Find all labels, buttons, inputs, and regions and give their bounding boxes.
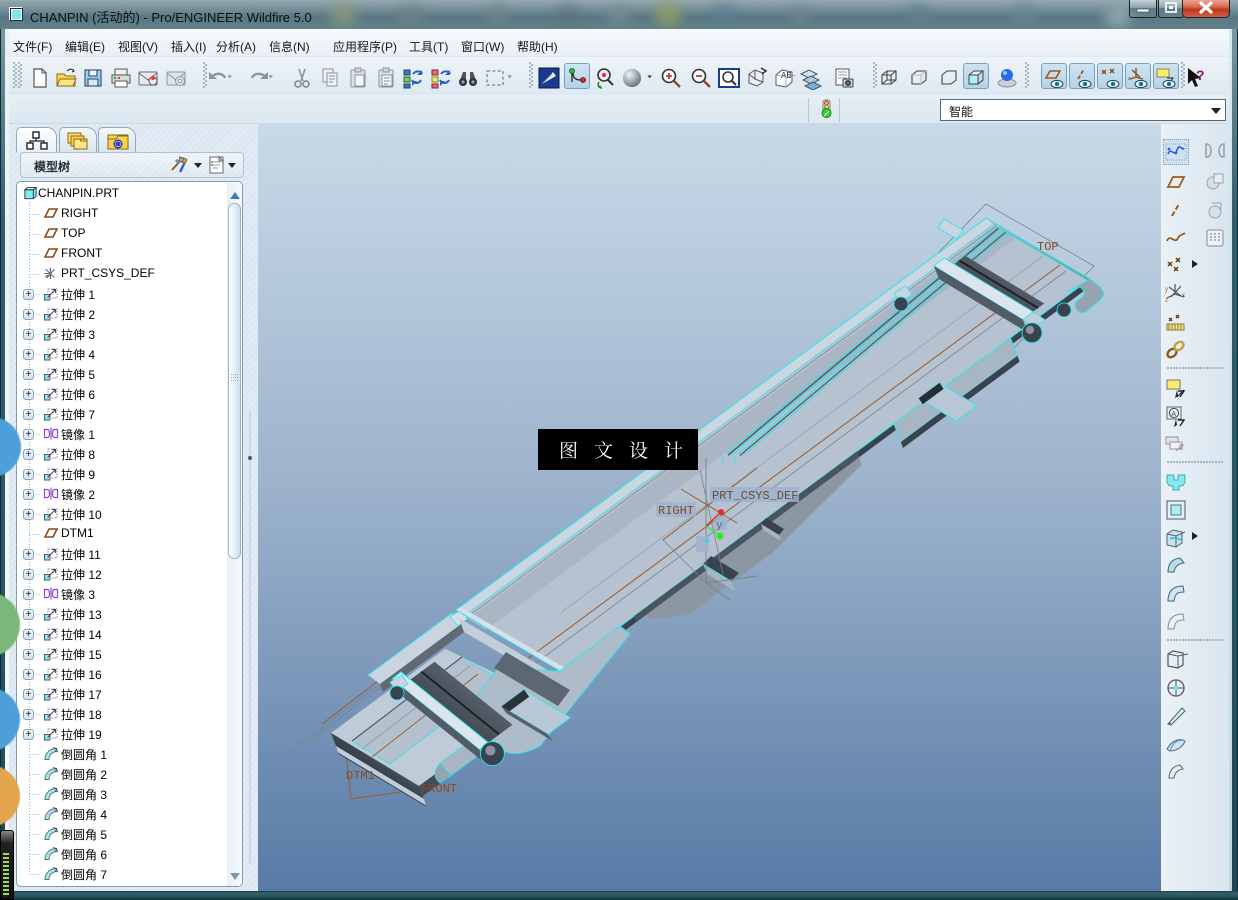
svg-text:y: y xyxy=(716,520,723,532)
svg-text:z: z xyxy=(1165,298,1168,304)
svg-text:TOP: TOP xyxy=(1037,240,1059,254)
svg-text:FRONT: FRONT xyxy=(421,782,457,796)
svg-text:y: y xyxy=(1165,287,1168,293)
svg-text:DTM1: DTM1 xyxy=(346,769,375,783)
svg-text:图文设计: 图文设计 xyxy=(559,436,699,463)
svg-text:?: ? xyxy=(1196,67,1205,83)
svg-text:x: x xyxy=(1182,293,1185,299)
svg-text:RIGHT: RIGHT xyxy=(658,504,694,518)
svg-text:PRT_CSYS_DEF: PRT_CSYS_DEF xyxy=(712,489,798,503)
svg-text:A: A xyxy=(1171,411,1176,418)
